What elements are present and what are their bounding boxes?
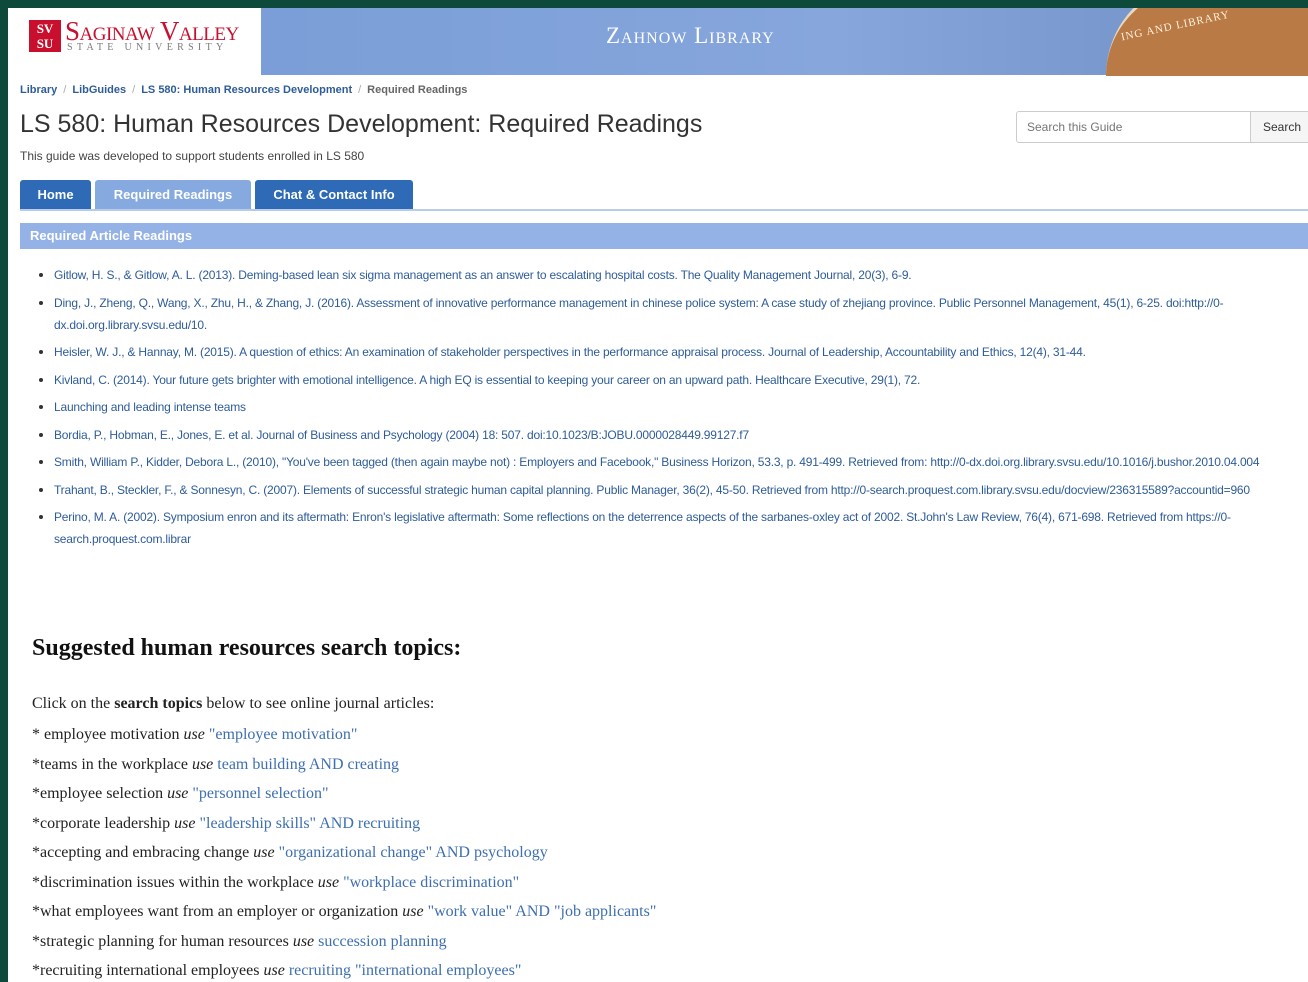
topic-search-link[interactable]: "leadership skills" AND recruiting [199,815,420,832]
topic-text: *accepting and embracing change [32,844,250,861]
topic-search-link[interactable]: recruiting "international employees" [289,962,522,979]
search-button[interactable]: Search [1250,111,1308,143]
reading-item[interactable]: Ding, J., Zheng, Q., Wang, X., Zhu, H., … [36,292,1301,336]
topic-search-link[interactable]: "work value" AND "job applicants" [428,903,657,920]
page-title: LS 580: Human Resources Development: Req… [20,110,703,138]
reading-item[interactable]: Gitlow, H. S., & Gitlow, A. L. (2013). D… [36,264,1301,286]
use-label: use [167,785,189,802]
topic-text: *corporate leadership [32,814,171,832]
topic-text: *discrimination issues within the workpl… [32,873,314,891]
topics-intro: Click on the search topics below to see … [32,695,434,713]
topic-search-link[interactable]: "employee motivation" [209,726,358,743]
reading-item[interactable]: Trahant, B., Steckler, F., & Sonnesyn, C… [36,479,1301,501]
box-title: Required Article Readings [20,223,1308,249]
topic-text: *strategic planning for human resources [32,932,289,950]
topic-text: *recruiting international employees [32,962,260,979]
topic-item: *strategic planning for human resources … [32,931,656,953]
breadcrumb-current: Required Readings [367,84,468,96]
reading-item[interactable]: Perino, M. A. (2002). Symposium enron an… [36,506,1301,550]
use-label: use [292,932,315,950]
breadcrumb: Library / LibGuides / LS 580: Human Resource… [20,84,468,96]
topic-text: *teams in the workplace [32,755,188,773]
topic-search-link[interactable]: "workplace discrimination" [343,874,519,891]
topic-search-link[interactable]: "personnel selection" [192,785,328,802]
topic-item: *corporate leadership use "leadership sk… [32,813,656,835]
reading-item[interactable]: Kivland, C. (2014). Your future gets bri… [36,369,1301,391]
tab-required-readings[interactable]: Required Readings [95,180,251,210]
topics-intro-pre: Click on the [32,695,115,712]
topic-item: *teams in the workplace use team buildin… [32,754,656,776]
header-banner: ING AND LIBRARY SV SU Saginaw Valley STA… [8,8,1308,76]
guide-description: This guide was developed to support stud… [20,149,365,163]
readings-list: Gitlow, H. S., & Gitlow, A. L. (2013). D… [36,264,1301,556]
topic-item: *recruiting international employees use … [32,960,656,982]
use-label: use [253,844,275,861]
search-guide-input[interactable] [1016,111,1251,143]
use-label: use [263,962,285,979]
breadcrumb-libguides[interactable]: LibGuides [72,84,126,96]
topic-item: * employee motivation use "employee moti… [32,724,656,746]
breadcrumb-guide[interactable]: LS 580: Human Resources Development [141,84,352,96]
tab-home[interactable]: Home [20,180,91,210]
reading-item[interactable]: Heisler, W. J., & Hannay, M. (2015). A q… [36,341,1301,363]
reading-item[interactable]: Smith, William P., Kidder, Debora L., (2… [36,451,1301,473]
topic-search-link[interactable]: team building AND creating [217,756,399,773]
use-label: use [183,726,205,743]
reading-item[interactable]: Launching and leading intense teams [36,396,1301,418]
breadcrumb-library[interactable]: Library [20,84,57,96]
tab-chat-contact[interactable]: Chat & Contact Info [255,180,413,210]
topics-intro-bold: search topics [114,695,203,712]
library-title[interactable]: Zahnow Library [606,23,775,49]
topics-intro-post: below to see online journal articles: [202,695,435,712]
topic-text: *what employees want from an employer or… [32,903,399,920]
topic-item: *employee selection use "personnel selec… [32,783,656,805]
svsu-logo[interactable]: SV SU Saginaw Valley STATE UNIVERSITY [8,8,261,75]
topics-heading: Suggested human resources search topics: [32,635,462,661]
use-label: use [317,873,340,891]
topic-item: *discrimination issues within the workpl… [32,872,656,894]
svsu-logo-mark: SV SU [29,20,61,52]
topic-item: *what employees want from an employer or… [32,901,656,923]
use-label: use [402,903,424,920]
topic-item: *accepting and embracing change use "org… [32,842,656,864]
tab-underline [20,209,1308,211]
libguide-page: ING AND LIBRARY SV SU Saginaw Valley STA… [8,8,1308,982]
topic-search-link[interactable]: "organizational change" AND psychology [279,844,548,861]
topics-list: * employee motivation use "employee moti… [32,724,656,982]
logo-university-subtitle: STATE UNIVERSITY [67,42,228,53]
reading-item[interactable]: Bordia, P., Hobman, E., Jones, E. et al.… [36,424,1301,446]
use-label: use [174,814,196,832]
topic-text: * employee motivation [32,726,180,743]
topic-search-link[interactable]: succession planning [318,933,446,950]
topic-text: *employee selection [32,785,164,802]
use-label: use [191,755,214,773]
